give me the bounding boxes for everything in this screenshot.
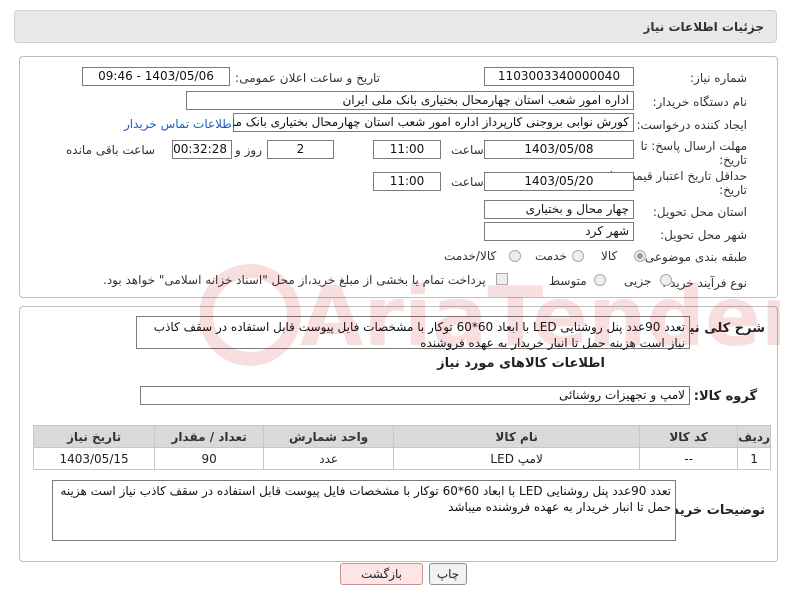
col-item-code: کد کالا: [639, 425, 739, 448]
price-validity-label-2: تاریخ:: [719, 183, 747, 197]
reply-time-label: ساعت: [451, 143, 484, 157]
announce-datetime-label: تاریخ و ساعت اعلان عمومی:: [235, 71, 380, 85]
province-label: استان محل تحویل:: [652, 205, 747, 219]
validity-date-field: 1403/05/20: [484, 172, 634, 191]
cell-quantity: 90: [154, 447, 265, 470]
reply-date-field: 1403/05/08: [484, 140, 634, 159]
validity-time-label: ساعت: [451, 175, 484, 189]
category-option-goods-service: کالا/خدمت: [444, 249, 497, 263]
table-row: 1 -- لامپ LED عدد 90 1403/05/15: [32, 447, 771, 470]
col-item-name: نام کالا: [393, 425, 641, 448]
reply-deadline-label: مهلت ارسال پاسخ: تا: [640, 139, 747, 153]
need-number-label: شماره نیاز:: [690, 71, 747, 85]
goods-table-container: ردیف کد کالا نام کالا واحد شمارش تعداد /…: [32, 425, 771, 470]
cell-need-date: 1403/05/15: [32, 447, 156, 470]
days-label: روز و: [235, 143, 262, 157]
buyer-notes-value: تعدد 90عدد پنل روشنایی LED با ابعاد 60*6…: [60, 484, 671, 514]
print-button[interactable]: چاپ: [429, 563, 467, 585]
process-option-minor: جزیی: [624, 274, 652, 288]
goods-section-title: اطلاعات کالاهای مورد نیاز: [437, 356, 605, 371]
col-quantity: تعداد / مقدار: [154, 425, 265, 448]
back-button[interactable]: بازگشت: [340, 563, 423, 585]
col-need-date: تاریخ نیاز: [32, 425, 156, 448]
days-remaining-field: 2: [267, 140, 334, 159]
need-summary-value: تعدد 90عدد پنل روشنایی LED با ابعاد 60*6…: [153, 320, 685, 350]
process-radio-minor[interactable]: [660, 274, 672, 286]
process-radio-medium[interactable]: [594, 274, 606, 286]
buyer-contact-link[interactable]: اطلاعات تماس خریدار: [124, 117, 235, 131]
buyer-org-label: نام دستگاه خریدار:: [652, 95, 748, 109]
cell-item-code: --: [639, 447, 739, 470]
reply-time-field: 11:00: [373, 140, 441, 159]
validity-time-field: 11:00: [373, 172, 441, 191]
cell-item-name: لامپ LED: [393, 447, 641, 470]
city-field: شهر کرد: [484, 222, 634, 241]
page-title: جزئیات اطلاعات نیاز: [643, 20, 764, 34]
process-option-medium: متوسط: [549, 274, 587, 288]
category-radio-service[interactable]: [572, 250, 584, 262]
page-header: جزئیات اطلاعات نیاز: [14, 10, 777, 43]
process-type-label: نوع فرآیند خرید :: [662, 276, 747, 290]
buyer-notes-text: تعدد 90عدد پنل روشنایی LED با ابعاد 60*6…: [52, 480, 676, 541]
goods-table-header-row: ردیف کد کالا نام کالا واحد شمارش تعداد /…: [32, 425, 771, 448]
need-number-field: 1103003340000040: [484, 67, 634, 86]
buyer-org-field: اداره امور شعب استان چهارمحال بختیاری با…: [186, 91, 634, 110]
category-radio-goods-service[interactable]: [509, 250, 521, 262]
col-row-number: ردیف: [737, 425, 771, 448]
col-unit: واحد شمارش: [263, 425, 395, 448]
category-label: طبقه بندی موضوعی:: [640, 250, 747, 264]
time-remaining-label: ساعت باقی مانده: [66, 143, 156, 157]
creator-field: کورش نوابی بروجنی کارپرداز اداره امور شع…: [233, 113, 634, 132]
goods-table: ردیف کد کالا نام کالا واحد شمارش تعداد /…: [32, 425, 771, 470]
time-remaining-field: 00:32:28: [172, 140, 232, 159]
announce-datetime-field: 1403/05/06 - 09:46: [82, 67, 230, 86]
treasury-payment-note: پرداخت تمام یا بخشی از مبلغ خرید،از محل …: [103, 273, 486, 287]
category-radio-goods[interactable]: [634, 250, 646, 262]
goods-group-label: گروه کالا:: [693, 389, 757, 404]
reply-deadline-label-2: تاریخ:: [719, 153, 747, 167]
province-field: چهار محال و بختیاری: [484, 200, 634, 219]
category-option-service: خدمت: [535, 249, 567, 263]
category-option-goods: کالا: [601, 249, 618, 263]
creator-label: ایجاد کننده درخواست:: [636, 118, 747, 132]
treasury-payment-checkbox[interactable]: [496, 273, 508, 285]
need-summary-text: تعدد 90عدد پنل روشنایی LED با ابعاد 60*6…: [136, 316, 690, 350]
city-label: شهر محل تحویل:: [660, 228, 747, 242]
cell-row-number: 1: [737, 447, 771, 470]
goods-group-field: لامپ و تجهیزات روشنائی: [140, 386, 690, 405]
cell-unit: عدد: [263, 447, 395, 470]
